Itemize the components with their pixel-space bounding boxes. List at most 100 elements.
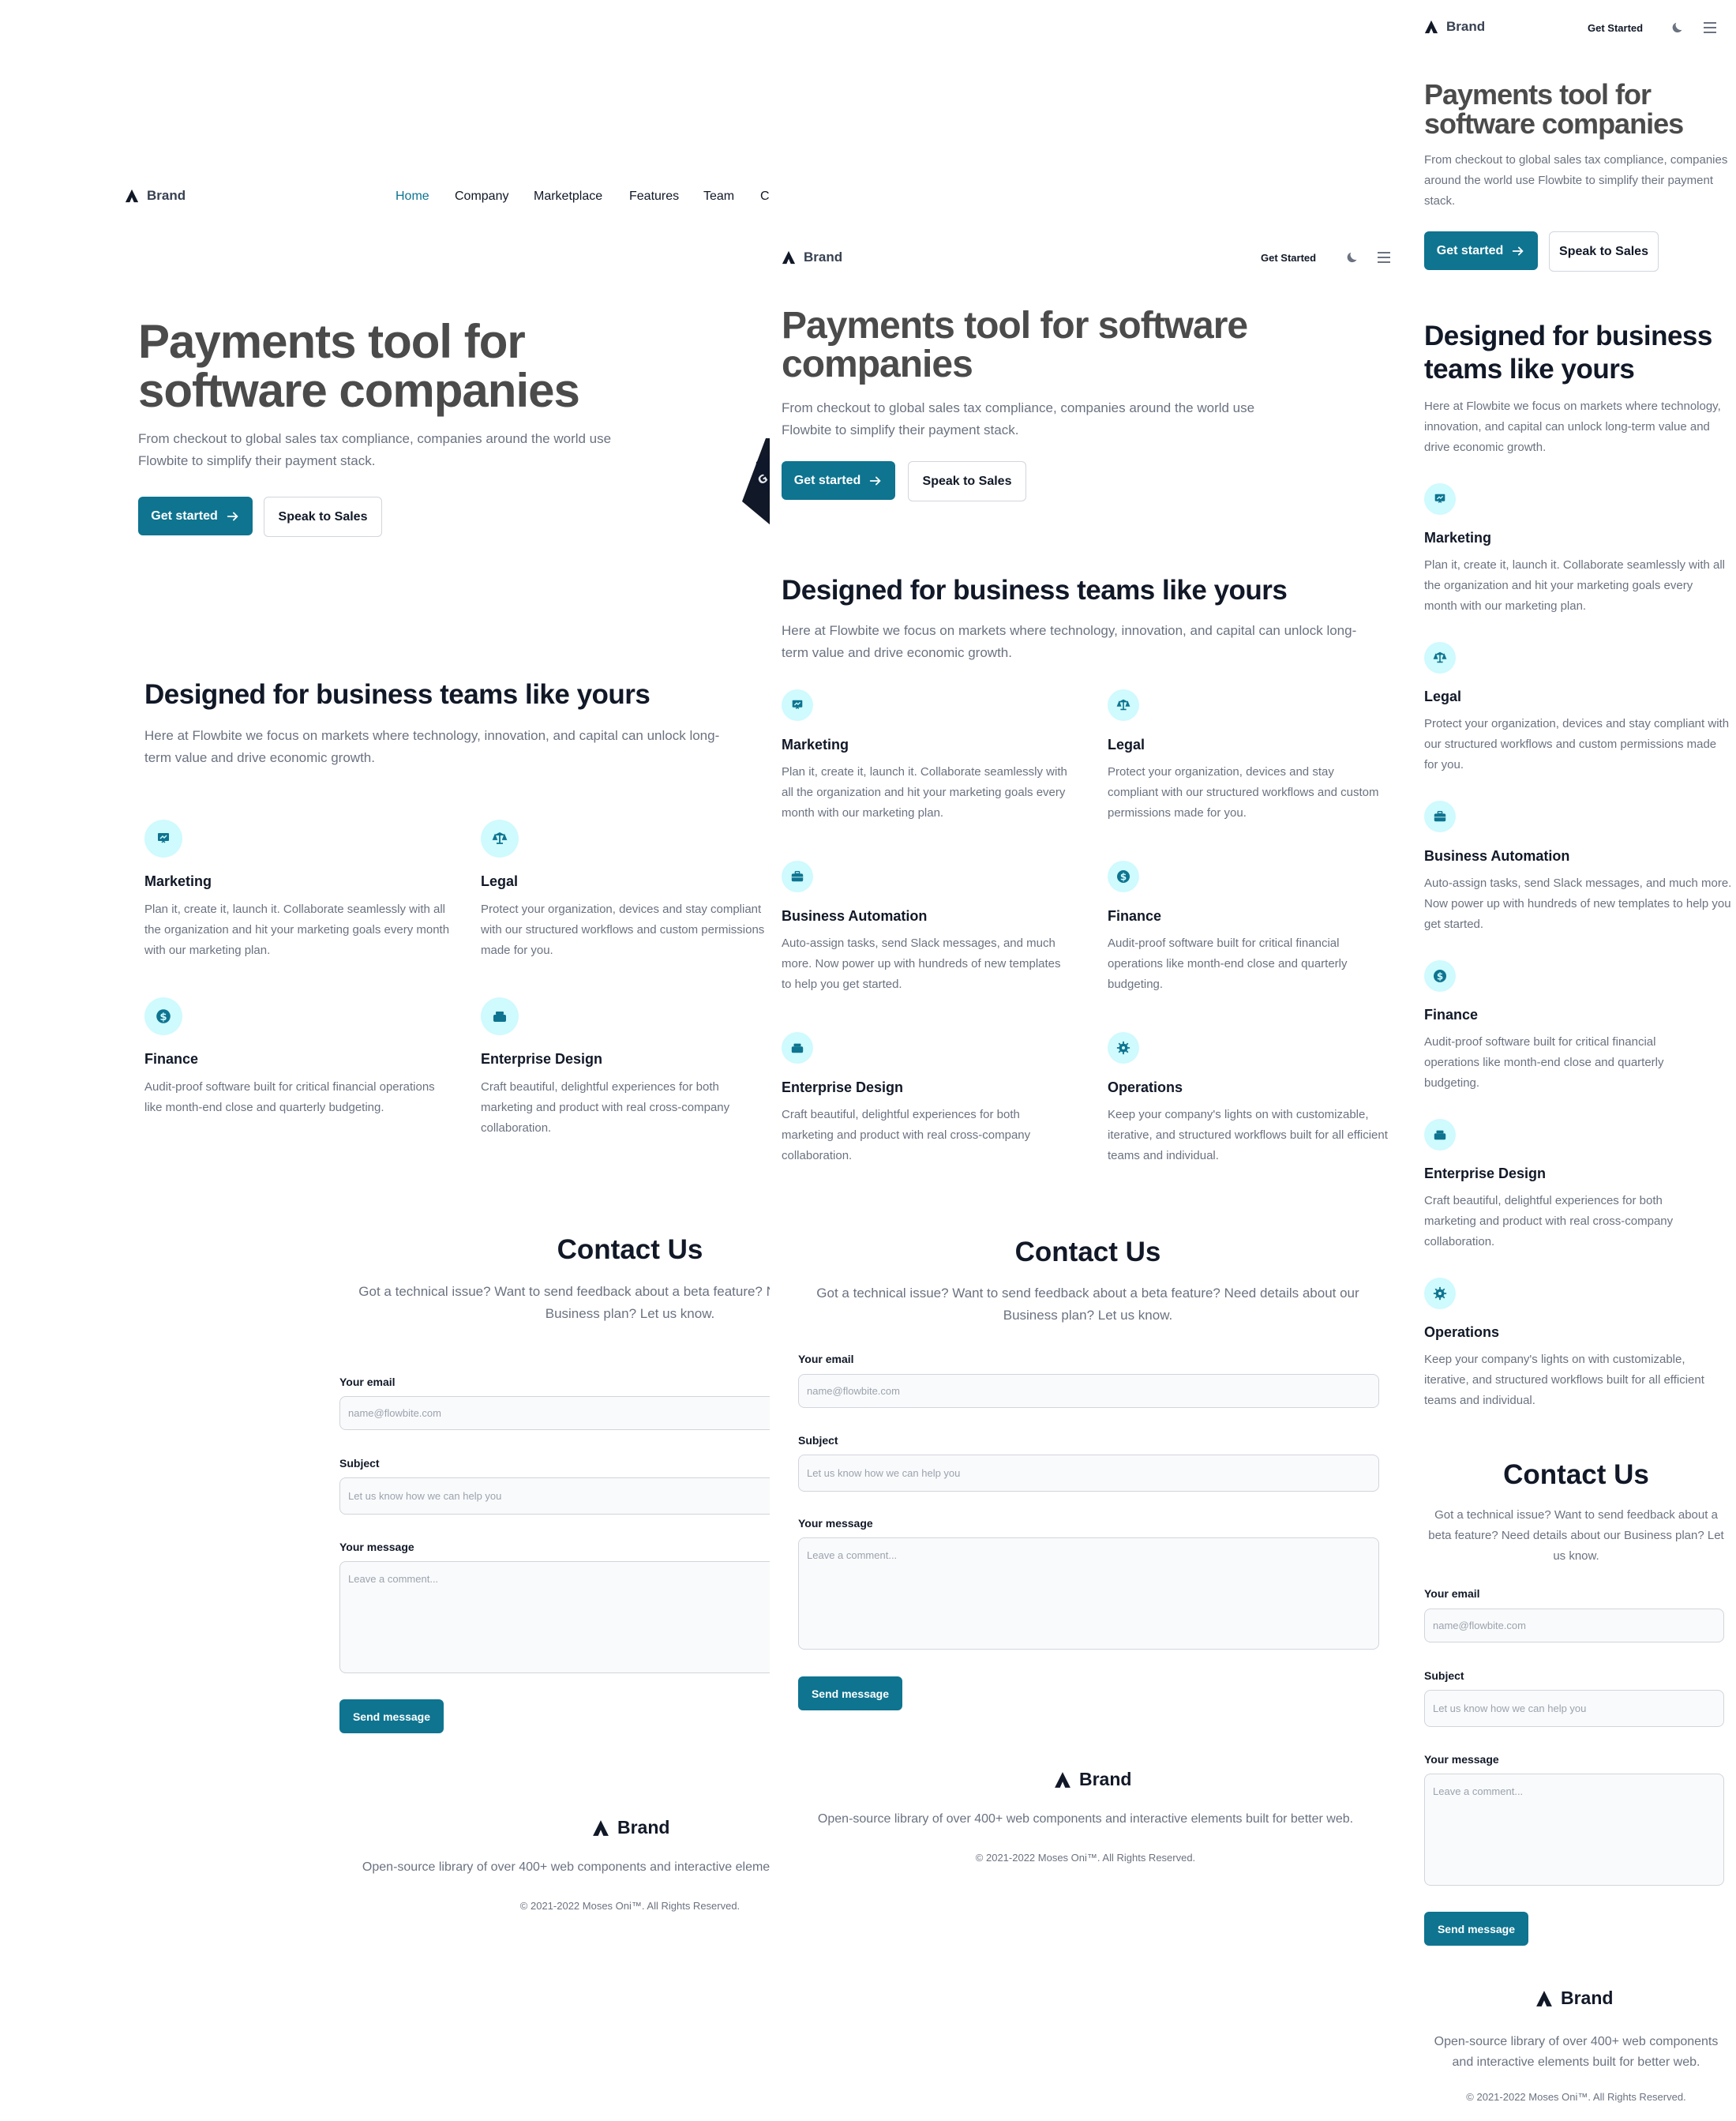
brand-name: Brand [147,188,186,203]
footer-brand[interactable]: Brand [592,1817,669,1838]
mobile-marketing-icon-badge [1424,483,1456,515]
tablet-operations-desc: Keep your company's lights on with custo… [1108,1108,1388,1162]
mobile-legal-icon-badge [1424,642,1456,674]
mobile-presentation-chart-icon [1434,494,1445,503]
tablet-menu-icon[interactable] [1376,251,1392,264]
mobile-features-subtitle: Here at Flowbite we focus on markets whe… [1424,400,1721,454]
mobile-email-field[interactable]: name@flowbite.com [1424,1609,1724,1642]
tablet-navbar: Brand Get Started [770,242,1401,273]
tablet-finance-icon-badge: $ [1108,861,1139,892]
mobile-moon-icon[interactable] [1671,21,1685,35]
phone-mockup-image: G [726,438,771,525]
mobile-operations-desc: Keep your company's lights on with custo… [1424,1353,1704,1407]
mobile-footer-brand-name: Brand [1561,1988,1614,2008]
mobile-subject-field[interactable]: Let us know how we can help you [1424,1690,1724,1727]
message-field[interactable]: Leave a comment... [339,1561,770,1673]
tablet-subject-field[interactable]: Let us know how we can help you [798,1455,1379,1492]
mobile-brand-logo[interactable]: Brand [1424,19,1485,35]
contact-subtitle: Got a technical issue? Want to send feed… [358,1284,770,1321]
mobile-enterprise-design-title: Enterprise Design [1424,1166,1547,1181]
enterprise-design-desc: Craft beautiful, delightful experiences … [481,1080,730,1135]
marketing-title: Marketing [144,873,212,889]
tablet-marketing-icon-badge [782,689,813,721]
tablet-legal-desc: Protect your organization, devices and s… [1108,765,1379,820]
nav-home[interactable]: Home [396,190,429,204]
email-field[interactable]: name@flowbite.com [339,1396,770,1430]
tablet-scale-icon [1116,699,1130,711]
hero-speak-sales-button[interactable]: Speak to Sales [264,497,382,537]
mobile-get-started-button[interactable]: Get started [1424,231,1538,270]
nav-company[interactable]: Company [455,190,508,204]
footer-description: Open-source library of over 400+ web com… [362,1860,770,1874]
tablet-get-started-button[interactable]: Get started [782,461,895,500]
tablet-footer-description: Open-source library of over 400+ web com… [817,1812,1354,1826]
mobile-legal-desc: Protect your organization, devices and s… [1424,717,1730,771]
tablet-features-subtitle: Here at Flowbite we focus on markets whe… [782,623,1357,660]
mobile-automation-desc: Auto-assign tasks, send Slack messages, … [1424,877,1732,931]
tablet-footer-brand-name: Brand [1079,1769,1132,1789]
tablet-subject-label: Subject [798,1434,838,1447]
tablet-speak-sales-button[interactable]: Speak to Sales [908,461,1026,501]
mobile-design-icon-badge [1424,1119,1456,1151]
svg-text:$: $ [1437,971,1443,982]
mobile-footer-brand[interactable]: Brand [1535,1988,1613,2009]
footer-copyright: © 2021-2022 Moses Oni™. All Rights Reser… [519,1900,741,1912]
nav-features[interactable]: Features [629,190,679,204]
send-message-button[interactable]: Send message [339,1699,444,1733]
hero-subtitle: From checkout to global sales tax compli… [138,431,612,468]
tablet-email-field[interactable]: name@flowbite.com [798,1374,1379,1408]
tablet-get-started-link[interactable]: Get Started [1261,252,1316,264]
mobile-message-field[interactable]: Leave a comment... [1424,1774,1724,1886]
scale-icon [492,832,508,844]
mobile-speak-sales-button[interactable]: Speak to Sales [1549,231,1659,272]
mobile-contact-subtitle: Got a technical issue? Want to send feed… [1428,1508,1724,1563]
nav-marketplace[interactable]: Marketplace [534,190,602,204]
tablet-footer-brand-logo-icon [1055,1771,1070,1788]
tablet-design-icon-badge [782,1032,813,1064]
mobile-hero-title: Payments tool for software companies [1424,78,1684,140]
tablet-moon-icon[interactable] [1346,250,1360,265]
mobile-scale-icon [1433,651,1447,663]
tablet-speak-sales-label: Speak to Sales [922,474,1012,488]
tablet-send-message-button[interactable]: Send message [798,1676,902,1710]
mobile-features-title: Designed for business teams like yours [1424,321,1712,385]
svg-text:$: $ [1120,872,1127,883]
tablet-message-label: Your message [798,1517,873,1530]
mobile-get-started-label: Get started [1436,243,1504,257]
footer-brand-logo-icon [593,1819,609,1836]
mobile-get-started-link[interactable]: Get Started [1588,22,1643,34]
tablet-dollar-icon: $ [1117,870,1130,883]
tablet-message-field[interactable]: Leave a comment... [798,1537,1379,1650]
mobile-menu-icon[interactable] [1702,21,1718,34]
brand-logo[interactable]: Brand [125,188,186,204]
subject-field[interactable]: Let us know how we can help you [339,1477,770,1515]
mobile-dollar-icon: $ [1434,970,1446,982]
design-icon [493,1012,506,1022]
legal-icon-badge [481,820,519,858]
tablet-marketing-title: Marketing [782,737,849,753]
enterprise-design-title: Enterprise Design [481,1051,603,1067]
tablet-finance-desc: Audit-proof software built for critical … [1108,937,1348,991]
tablet-footer-brand[interactable]: Brand [1054,1769,1131,1790]
tablet-hero-subtitle: From checkout to global sales tax compli… [782,400,1255,437]
tablet-automation-desc: Auto-assign tasks, send Slack messages, … [782,937,1061,991]
tablet-features-title: Designed for business teams like yours [782,575,1288,606]
tablet-legal-title: Legal [1108,737,1145,753]
marketing-desc: Plan it, create it, launch it. Collabora… [144,903,450,957]
tablet-enterprise-design-desc: Craft beautiful, delightful experiences … [782,1108,1031,1162]
mobile-footer-brand-logo-icon [1536,1990,1552,2007]
mobile-operations-title: Operations [1424,1324,1500,1340]
features-title: Designed for business teams like yours [144,679,651,710]
tablet-brand-logo[interactable]: Brand [782,250,842,265]
tablet-arrow-right-icon [870,476,881,485]
tablet-hero-title: Payments tool for software companies [782,305,1248,385]
footer-brand-name: Brand [617,1817,670,1838]
hero-get-started-button[interactable]: Get started [138,497,253,535]
mobile-briefcase-icon [1434,811,1446,822]
nav-team[interactable]: Team [703,190,734,204]
presentation-chart-icon [158,833,169,843]
mobile-finance-title: Finance [1424,1007,1479,1023]
message-label: Your message [339,1541,414,1553]
nav-contact[interactable]: Contact [760,190,770,204]
mobile-send-message-button[interactable]: Send message [1424,1912,1528,1946]
